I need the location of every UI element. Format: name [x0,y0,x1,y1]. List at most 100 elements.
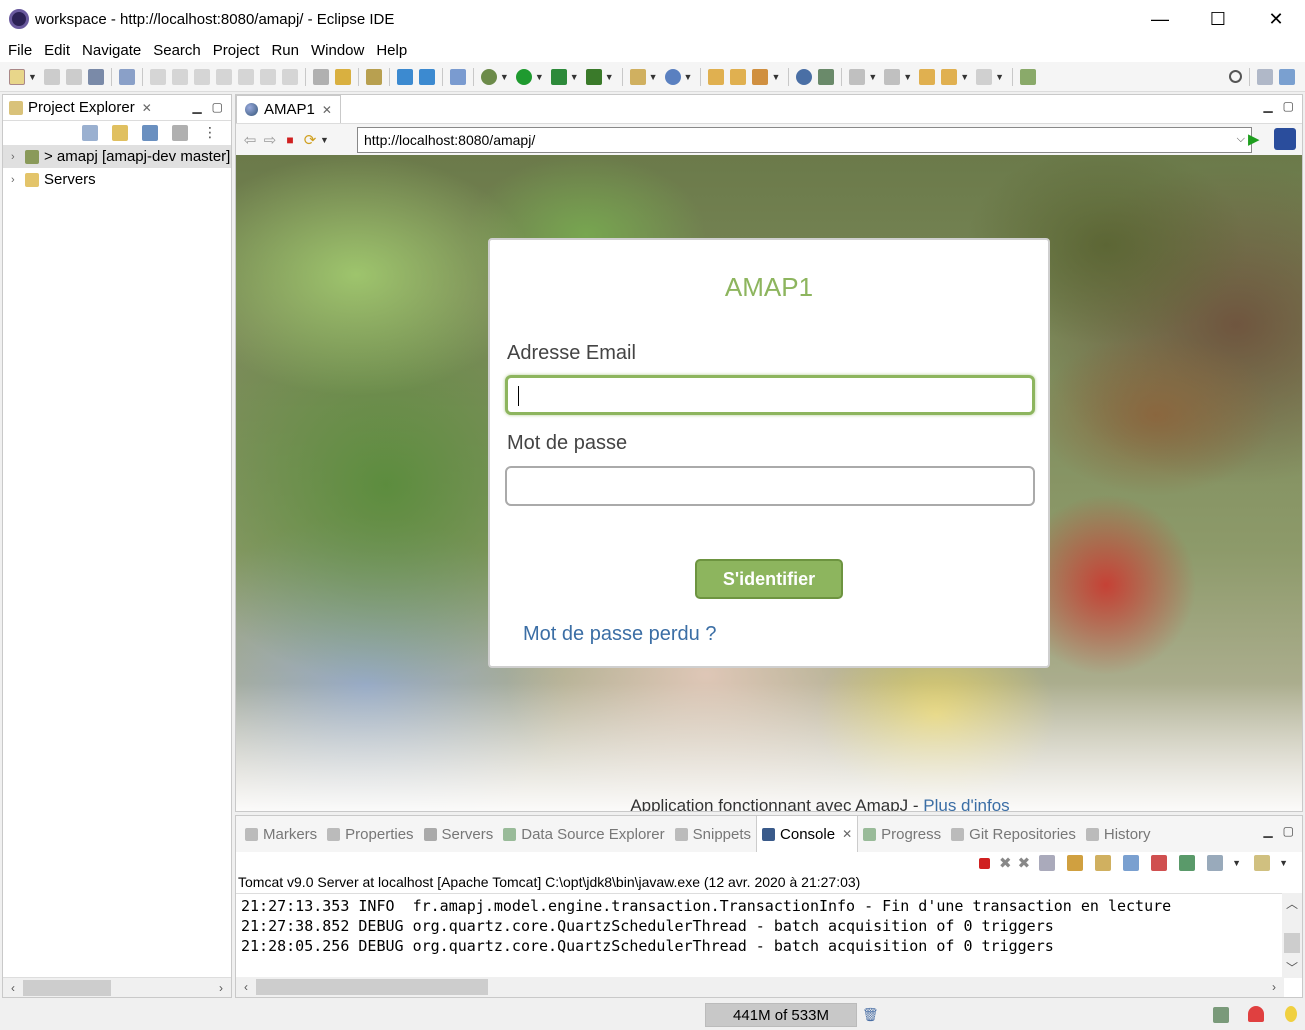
save-all-icon[interactable] [65,68,82,85]
search-link-icon[interactable] [818,68,835,85]
new-icon[interactable] [9,68,25,85]
scroll-down-icon[interactable]: ﹀ [1282,959,1302,976]
coverage-icon[interactable] [550,68,567,85]
editor-tab-amap1[interactable]: AMAP1 ✕ [236,95,341,123]
open-file-icon[interactable] [730,68,747,85]
globe-icon[interactable] [796,68,813,85]
menu-project[interactable]: Project [207,42,266,59]
forward-dropdown-icon[interactable]: ▼ [995,72,1004,82]
debug-dropdown-icon[interactable]: ▼ [500,72,509,82]
previous-annotation-dropdown-icon[interactable]: ▼ [903,72,912,82]
tab-properties[interactable]: Properties [322,826,418,843]
next-annotation-dropdown-icon[interactable]: ▼ [868,72,877,82]
refresh-dropdown-icon[interactable]: ▼ [320,135,329,145]
scrollbar-thumb[interactable] [256,979,488,995]
console-horizontal-scrollbar[interactable]: ‹ › [236,977,1284,997]
terminal-icon[interactable] [87,68,104,85]
open-folder-icon[interactable] [708,68,725,85]
new-java-project-icon[interactable] [396,68,413,85]
coverage-dropdown-icon[interactable]: ▼ [570,72,579,82]
scroll-left-icon[interactable]: ‹ [3,981,23,995]
save-icon[interactable] [43,68,60,85]
login-button[interactable]: S'identifier [695,559,843,599]
close-window-button[interactable]: ✕ [1247,0,1305,38]
menu-file[interactable]: File [2,42,38,59]
maximize-view-icon[interactable]: ▢ [1283,99,1294,113]
console-output[interactable]: 21:27:13.353 INFO fr.amapj.model.engine.… [236,893,1284,978]
chevron-down-icon[interactable]: ⌵ [1237,133,1245,146]
open-type-icon[interactable] [334,68,351,85]
external-tools-dropdown-icon[interactable]: ▼ [605,72,614,82]
project-explorer-tab[interactable]: Project Explorer ✕ [3,95,158,121]
tab-progress[interactable]: Progress [858,826,946,843]
close-icon[interactable]: ✕ [142,101,152,115]
run-dropdown-icon[interactable]: ▼ [535,72,544,82]
link-with-editor-icon[interactable] [112,125,128,141]
new-server-dropdown-icon[interactable]: ▼ [649,72,658,82]
scroll-right-icon[interactable]: › [211,981,231,995]
view-menu-icon[interactable]: ⋮ [202,125,218,141]
open-console-icon[interactable] [1254,855,1271,871]
web-browser-icon[interactable] [664,68,681,85]
tree-item-amapj[interactable]: › > amapj [amapj-dev master] [3,145,231,168]
background-tasks-icon[interactable] [1213,1007,1229,1023]
maximize-view-icon[interactable]: ▢ [212,100,223,114]
forward-arrow-icon[interactable]: ⇨ [260,131,280,149]
tip-lightbulb-icon[interactable] [1285,1006,1297,1022]
resume-icon[interactable] [149,68,166,85]
email-field[interactable] [505,375,1035,415]
menu-edit[interactable]: Edit [38,42,76,59]
minimize-view-icon[interactable]: ▁ [1263,824,1272,838]
url-input[interactable]: http://localhost:8080/amapj/ ⌵ [357,127,1252,153]
scroll-lock-icon[interactable] [1067,855,1084,871]
back-dropdown-icon[interactable]: ▼ [960,72,969,82]
forward-icon[interactable] [976,68,993,85]
pin-console-icon[interactable] [1179,855,1196,871]
menu-run[interactable]: Run [265,42,305,59]
chevron-right-icon[interactable]: › [11,174,25,186]
remove-launch-icon[interactable]: ✖ [999,854,1012,872]
external-tools-icon[interactable] [585,68,602,85]
new-package-icon[interactable] [418,68,435,85]
word-wrap-icon[interactable] [1095,855,1112,871]
step-into-icon[interactable] [237,68,254,85]
maximize-button[interactable]: ☐ [1189,0,1247,38]
more-info-link[interactable]: Plus d'infos [923,796,1009,811]
pencil-dropdown-icon[interactable]: ▼ [771,72,780,82]
java-ee-perspective-icon[interactable] [1279,68,1295,85]
web-browser-dropdown-icon[interactable]: ▼ [684,72,693,82]
tab-markers[interactable]: Markers [240,826,322,843]
display-console-icon[interactable] [1207,855,1224,871]
skip-breakpoints-icon[interactable] [118,68,135,85]
select-working-set-icon[interactable] [172,125,188,141]
new-class-icon[interactable] [449,68,466,85]
build-icon[interactable] [365,68,382,85]
next-annotation-icon[interactable] [849,68,866,85]
maximize-view-icon[interactable]: ▢ [1283,824,1294,838]
clear-console-icon[interactable] [1039,855,1056,871]
search-icon[interactable] [1229,70,1242,83]
menu-window[interactable]: Window [305,42,370,59]
close-icon[interactable]: ✕ [322,103,332,117]
chevron-right-icon[interactable]: › [11,151,25,163]
minimize-view-icon[interactable]: ▁ [192,100,201,114]
previous-annotation-icon[interactable] [884,68,901,85]
suspend-icon[interactable] [171,68,188,85]
tab-snippets[interactable]: Snippets [670,826,756,843]
terminate-icon[interactable] [979,857,990,869]
minimize-button[interactable]: — [1131,0,1189,38]
console-vertical-scrollbar[interactable]: ︿ ﹀ [1282,893,1302,978]
display-console-dropdown-icon[interactable]: ▼ [1232,858,1241,868]
step-return-icon[interactable] [281,68,298,85]
menu-help[interactable]: Help [370,42,413,59]
show-on-stdout-icon[interactable] [1123,855,1140,871]
garbage-collect-icon[interactable]: 🗑 [862,1007,879,1023]
forgot-password-link[interactable]: Mot de passe perdu ? [523,623,716,646]
terminate-icon[interactable] [193,68,210,85]
menu-navigate[interactable]: Navigate [76,42,147,59]
scroll-right-icon[interactable]: › [1264,980,1284,994]
heap-status[interactable]: 441M of 533M [705,1003,857,1027]
tree-item-servers[interactable]: › Servers [3,168,231,191]
scroll-left-icon[interactable]: ‹ [236,980,256,994]
new-dropdown-icon[interactable]: ▼ [28,72,37,82]
